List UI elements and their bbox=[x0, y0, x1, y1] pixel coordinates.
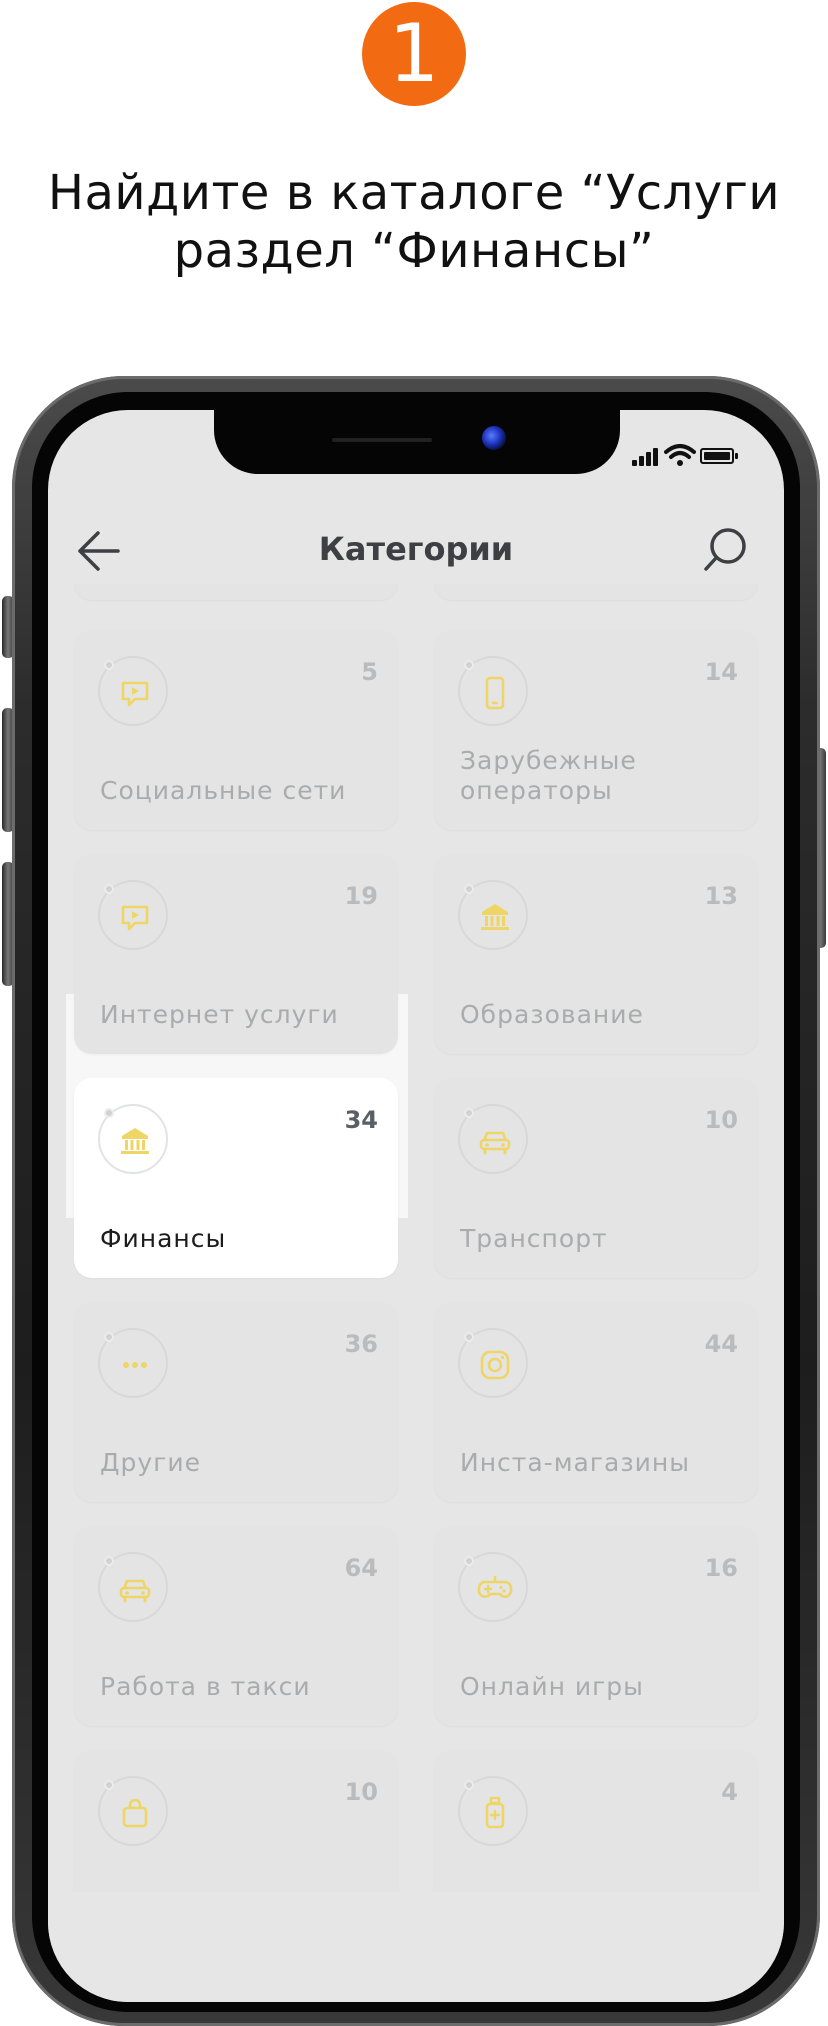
category-card[interactable]: 44 Инста-магазины bbox=[434, 1302, 758, 1502]
category-icon-circle bbox=[98, 1776, 168, 1846]
category-card[interactable]: 5 Социальные сети bbox=[74, 630, 398, 830]
category-count: 10 bbox=[344, 1778, 378, 1806]
category-icon-circle bbox=[98, 656, 168, 726]
status-dot bbox=[104, 1556, 114, 1566]
category-card[interactable]: 36 Другие bbox=[74, 1302, 398, 1502]
status-bar bbox=[48, 444, 784, 468]
category-name: Образование bbox=[460, 1000, 644, 1029]
car-icon bbox=[119, 1579, 151, 1603]
status-dot bbox=[104, 1108, 114, 1118]
category-count: 19 bbox=[344, 882, 378, 910]
category-card[interactable]: 13 Образование bbox=[434, 854, 758, 1054]
more-dots-icon bbox=[123, 1362, 147, 1368]
category-icon-circle bbox=[98, 1328, 168, 1398]
page: 1 Найдите в каталоге “Услуги раздел “Фин… bbox=[0, 0, 828, 2026]
status-dot bbox=[464, 1556, 474, 1566]
category-icon-circle bbox=[458, 1328, 528, 1398]
instruction-caption: Найдите в каталоге “Услуги раздел “Финан… bbox=[40, 164, 788, 280]
category-count: 34 bbox=[344, 1106, 378, 1134]
status-dot bbox=[104, 884, 114, 894]
caption-line-2: раздел “Финансы” bbox=[173, 223, 655, 279]
status-dot bbox=[104, 660, 114, 670]
caption-line-1: Найдите в каталоге “Услуги bbox=[47, 165, 781, 221]
category-card-partial[interactable] bbox=[434, 584, 758, 600]
app-header: Категории bbox=[48, 516, 784, 584]
category-count: 36 bbox=[344, 1330, 378, 1358]
instagram-icon bbox=[480, 1350, 510, 1380]
video-chat-icon bbox=[121, 681, 149, 707]
category-card-partial[interactable] bbox=[74, 584, 398, 600]
category-name: Интернет услуги bbox=[100, 1000, 339, 1029]
category-count: 13 bbox=[704, 882, 738, 910]
category-count: 64 bbox=[344, 1554, 378, 1582]
bottle-icon bbox=[485, 1796, 505, 1829]
category-card[interactable]: 64 Работа в такси bbox=[74, 1526, 398, 1726]
category-count: 4 bbox=[721, 1778, 738, 1806]
phone-frame: Категории 5 Социальные сети 14 Зарубежные о… bbox=[12, 376, 820, 2026]
category-card[interactable]: 4 bbox=[434, 1750, 758, 1892]
category-icon-circle bbox=[98, 1552, 168, 1622]
category-icon-circle bbox=[458, 656, 528, 726]
video-chat-icon bbox=[121, 905, 149, 931]
car-icon bbox=[479, 1131, 511, 1155]
category-icon-circle bbox=[458, 1104, 528, 1174]
category-count: 44 bbox=[704, 1330, 738, 1358]
category-name: Транспорт bbox=[460, 1224, 608, 1253]
status-dot bbox=[104, 1332, 114, 1342]
category-count: 16 bbox=[704, 1554, 738, 1582]
category-card[interactable]: 19 Интернет услуги bbox=[74, 854, 398, 1054]
category-icon-circle bbox=[458, 1776, 528, 1846]
category-count: 10 bbox=[704, 1106, 738, 1134]
category-card[interactable]: 14 Зарубежные операторы bbox=[434, 630, 758, 830]
phone-screen: Категории 5 Социальные сети 14 Зарубежные о… bbox=[48, 410, 784, 2002]
category-count: 14 bbox=[704, 658, 738, 686]
category-name: Финансы bbox=[100, 1224, 227, 1253]
smartphone-icon bbox=[485, 676, 505, 710]
status-dot bbox=[104, 1780, 114, 1790]
shopping-bag-icon bbox=[122, 1798, 148, 1828]
category-name: Социальные сети bbox=[100, 776, 347, 805]
page-title: Категории bbox=[318, 530, 514, 568]
status-dot bbox=[464, 1332, 474, 1342]
category-name: Другие bbox=[100, 1448, 201, 1477]
category-icon-circle bbox=[458, 1552, 528, 1622]
bank-icon bbox=[481, 904, 509, 930]
category-icon-circle bbox=[98, 1104, 168, 1174]
category-count: 5 bbox=[361, 658, 378, 686]
category-icon-circle bbox=[98, 880, 168, 950]
status-dot bbox=[464, 884, 474, 894]
screen-bottom-area bbox=[48, 1892, 784, 2002]
category-card[interactable]: 16 Онлайн игры bbox=[434, 1526, 758, 1726]
category-card[interactable]: 34 Финансы bbox=[74, 1078, 398, 1278]
status-dot bbox=[464, 1108, 474, 1118]
category-name: Зарубежные операторы bbox=[460, 746, 637, 805]
cellular-signal-icon bbox=[632, 448, 660, 466]
step-number-badge: 1 bbox=[362, 2, 466, 106]
search-icon[interactable] bbox=[702, 526, 748, 574]
category-icon-circle bbox=[458, 880, 528, 950]
speaker-grille bbox=[332, 438, 432, 442]
wifi-icon bbox=[664, 444, 696, 466]
category-name: Инста-магазины bbox=[460, 1448, 690, 1477]
bank-icon bbox=[121, 1128, 149, 1154]
category-card[interactable]: 10 Транспорт bbox=[434, 1078, 758, 1278]
status-dot bbox=[464, 1780, 474, 1790]
status-dot bbox=[464, 660, 474, 670]
category-card[interactable]: 10 bbox=[74, 1750, 398, 1892]
category-grid: 5 Социальные сети 14 Зарубежные операторы 19… bbox=[48, 584, 784, 1892]
category-name: Работа в такси bbox=[100, 1672, 311, 1701]
battery-icon bbox=[700, 448, 738, 464]
category-name: Онлайн игры bbox=[460, 1672, 644, 1701]
gamepad-icon bbox=[477, 1576, 513, 1598]
